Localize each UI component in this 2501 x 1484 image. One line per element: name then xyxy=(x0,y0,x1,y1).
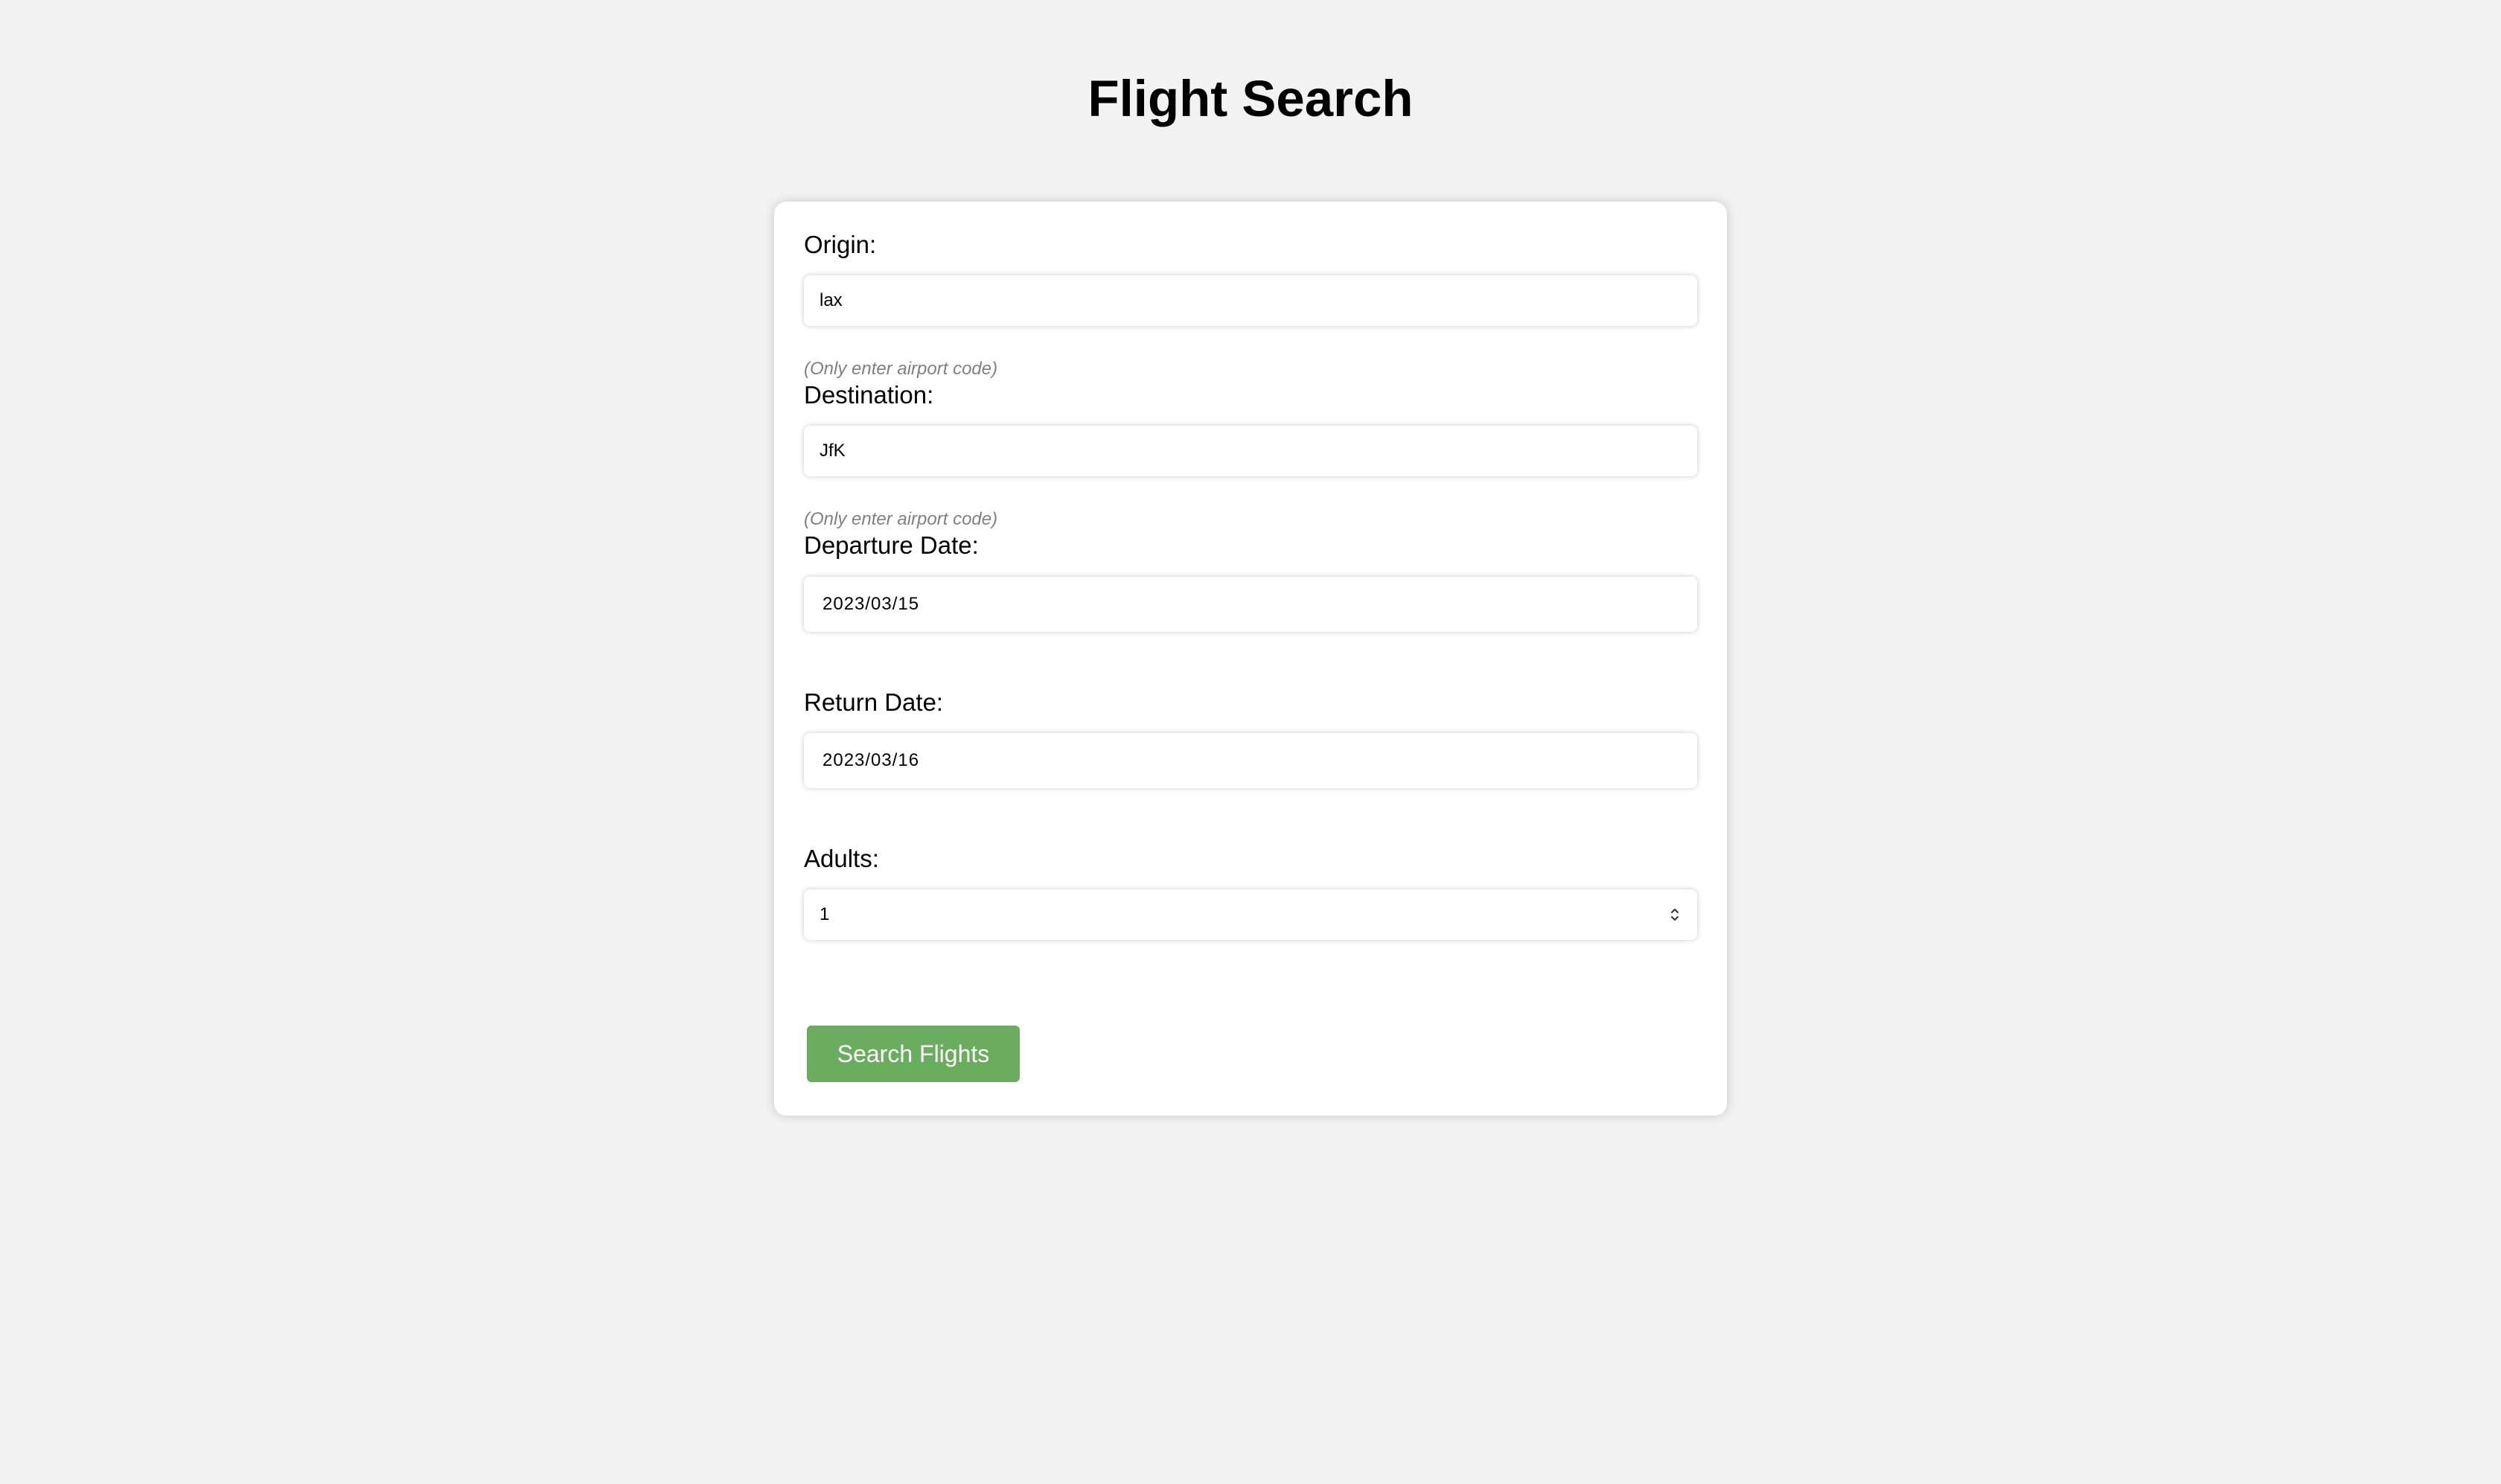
departure-date-input[interactable] xyxy=(820,594,1681,615)
page-title: Flight Search xyxy=(1087,70,1414,127)
flight-search-form: Origin: (Only enter airport code) Destin… xyxy=(774,202,1727,1116)
return-date-label: Return Date: xyxy=(804,688,944,716)
return-date-field[interactable] xyxy=(804,733,1697,788)
return-date-input[interactable] xyxy=(820,750,1681,771)
adults-label: Adults: xyxy=(804,845,879,872)
adults-field[interactable] xyxy=(804,889,1697,940)
origin-input[interactable] xyxy=(820,290,1681,311)
origin-hint: (Only enter airport code) xyxy=(804,359,998,379)
destination-input[interactable] xyxy=(820,441,1681,461)
search-flights-button[interactable]: Search Flights xyxy=(807,1026,1020,1082)
up-down-chevron-icon[interactable] xyxy=(1668,903,1681,926)
destination-label: Destination: xyxy=(804,381,934,409)
adults-input[interactable] xyxy=(820,904,1668,925)
departure-date-label: Departure Date: xyxy=(804,531,979,559)
destination-field[interactable] xyxy=(804,426,1697,476)
destination-hint: (Only enter airport code) xyxy=(804,509,998,529)
departure-date-field[interactable] xyxy=(804,577,1697,632)
origin-label: Origin: xyxy=(804,231,877,258)
origin-field[interactable] xyxy=(804,275,1697,326)
